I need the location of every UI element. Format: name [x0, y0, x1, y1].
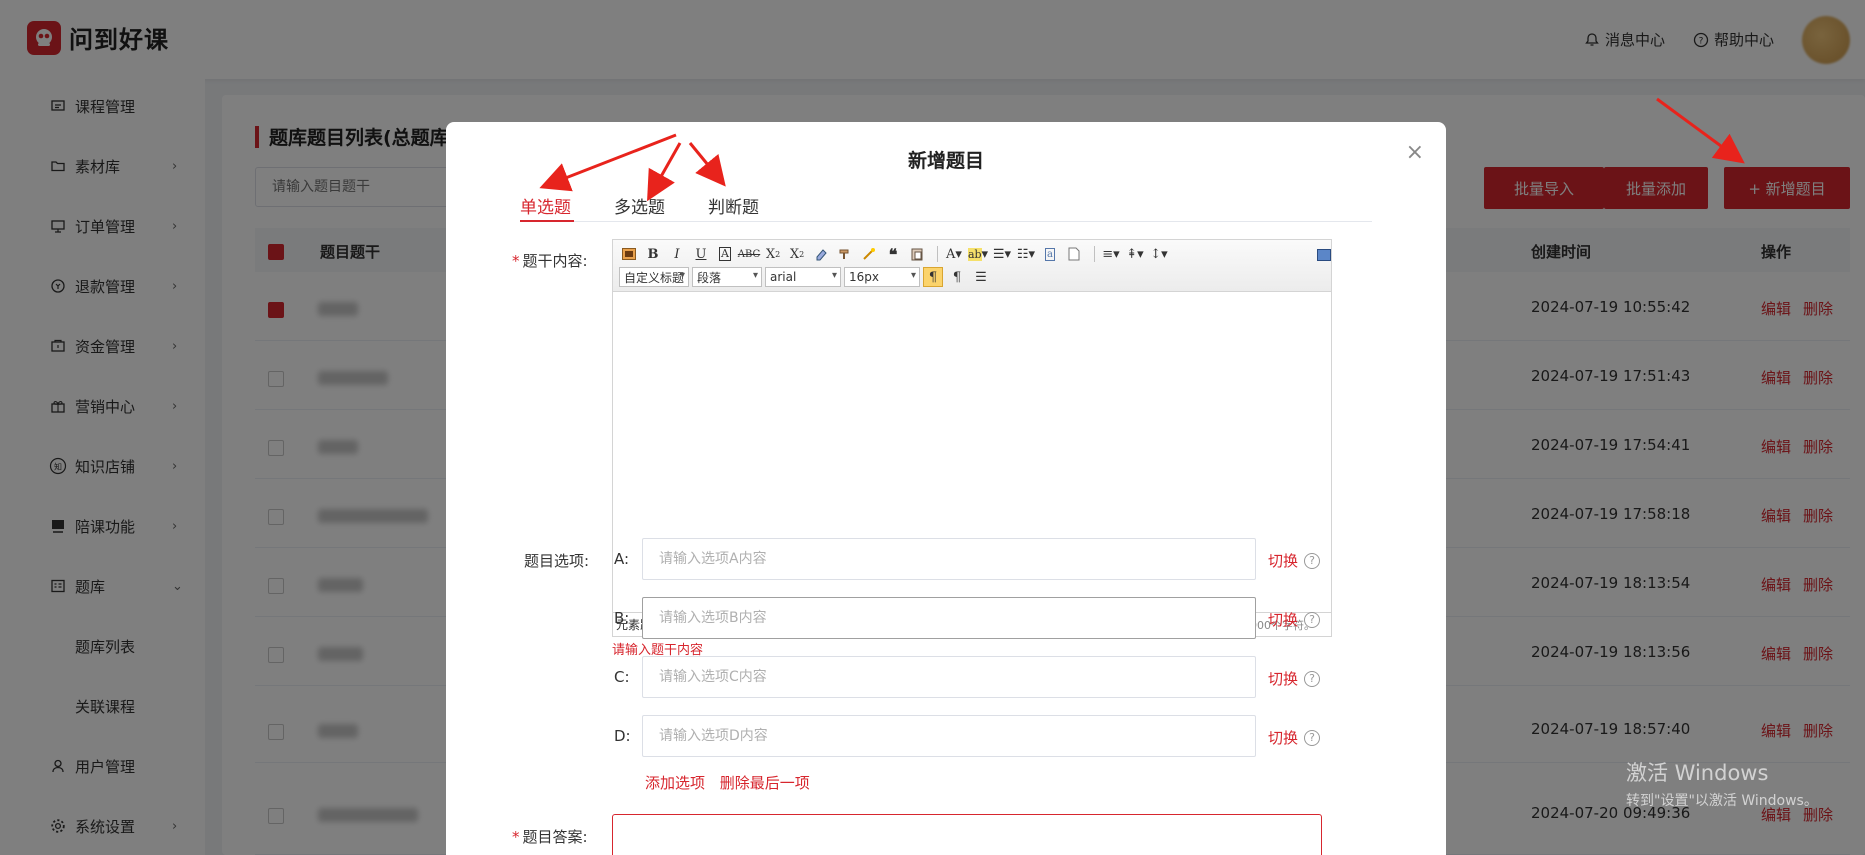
option-c-switch[interactable]: 切换?: [1268, 668, 1321, 689]
option-c-input[interactable]: [642, 656, 1256, 698]
option-a-letter: A:: [614, 550, 630, 568]
delete-last-option-link[interactable]: 删除最后一项: [720, 774, 810, 792]
unordered-list-icon[interactable]: ☷▾: [1016, 244, 1036, 264]
editor-toolbar: B I U A ABC X2 X2 ❝ A▾ ab ▾ ☰▾ ☷▾ a ≡▾ ⇞…: [613, 240, 1331, 292]
highlight-icon[interactable]: ab ▾: [967, 244, 988, 264]
add-option-link[interactable]: 添加选项: [645, 774, 705, 792]
answer-input[interactable]: [612, 814, 1322, 855]
option-actions: 添加选项 删除最后一项: [645, 772, 820, 793]
option-b-switch[interactable]: 切换?: [1268, 609, 1321, 630]
option-b-letter: B:: [614, 609, 630, 627]
rtl-icon[interactable]: ¶: [947, 267, 967, 287]
align-icon[interactable]: ≡▾: [1101, 244, 1121, 264]
row-spacing-icon[interactable]: ⇞▾: [1125, 244, 1145, 264]
page-icon[interactable]: [1064, 244, 1084, 264]
watermark-line1: 激活 Windows: [1626, 761, 1769, 785]
subscript-icon[interactable]: X2: [787, 244, 807, 264]
paste-plain-icon[interactable]: [907, 244, 927, 264]
watermark-line2: 转到"设置"以激活 Windows。: [1626, 793, 1818, 809]
ltr-icon[interactable]: ¶: [923, 267, 943, 287]
font-border-icon[interactable]: A: [715, 244, 735, 264]
blockquote-icon[interactable]: ❝: [883, 244, 903, 264]
eraser-icon[interactable]: [811, 244, 831, 264]
link-icon[interactable]: a: [1040, 244, 1060, 264]
help-icon: ?: [1304, 611, 1321, 628]
format-painter-icon[interactable]: [835, 244, 855, 264]
line-height-icon[interactable]: ↕▾: [1149, 244, 1169, 264]
underline-icon[interactable]: U: [691, 244, 711, 264]
option-d-input[interactable]: [642, 715, 1256, 757]
option-d-switch[interactable]: 切换?: [1268, 727, 1321, 748]
auto-format-icon[interactable]: [859, 244, 879, 264]
tab-single-choice[interactable]: 单选题: [520, 193, 571, 218]
option-a-switch[interactable]: 切换?: [1268, 550, 1321, 571]
windows-activation-watermark: 激活 Windows 转到"设置"以激活 Windows。: [1626, 757, 1818, 810]
font-color-icon[interactable]: A▾: [944, 244, 964, 264]
options-label: 题目选项:: [524, 552, 590, 570]
help-icon: ?: [1304, 670, 1321, 687]
option-b-input[interactable]: [642, 597, 1256, 639]
option-a-input[interactable]: [642, 538, 1256, 580]
superscript-icon[interactable]: X2: [763, 244, 783, 264]
indent-icon[interactable]: ☰: [971, 267, 991, 287]
strikethrough-icon[interactable]: ABC: [738, 244, 760, 264]
close-icon[interactable]: ×: [1406, 142, 1424, 164]
stem-label: * 题干内容:: [512, 252, 588, 270]
active-tab-indicator: [520, 220, 574, 222]
add-question-dialog: 新增题目 × 单选题 多选题 判断题 * 题干内容: B I U A ABC X2…: [446, 122, 1446, 855]
help-icon: ?: [1304, 552, 1321, 569]
fullscreen-icon[interactable]: [1314, 245, 1334, 265]
image-icon[interactable]: [619, 244, 639, 264]
help-icon: ?: [1304, 729, 1321, 746]
answer-label: * 题目答案:: [512, 828, 588, 846]
paragraph-dropdown[interactable]: 段落: [692, 267, 762, 287]
font-family-dropdown[interactable]: arial: [765, 267, 841, 287]
ordered-list-icon[interactable]: ☰▾: [992, 244, 1012, 264]
custom-heading-dropdown[interactable]: 自定义标题: [619, 267, 689, 287]
option-c-letter: C:: [614, 668, 630, 686]
option-d-letter: D:: [614, 727, 631, 745]
italic-icon[interactable]: I: [667, 244, 687, 264]
tab-true-false[interactable]: 判断题: [708, 193, 759, 218]
tab-multiple-choice[interactable]: 多选题: [614, 193, 665, 218]
bold-icon[interactable]: B: [643, 244, 663, 264]
font-size-dropdown[interactable]: 16px: [844, 267, 920, 287]
